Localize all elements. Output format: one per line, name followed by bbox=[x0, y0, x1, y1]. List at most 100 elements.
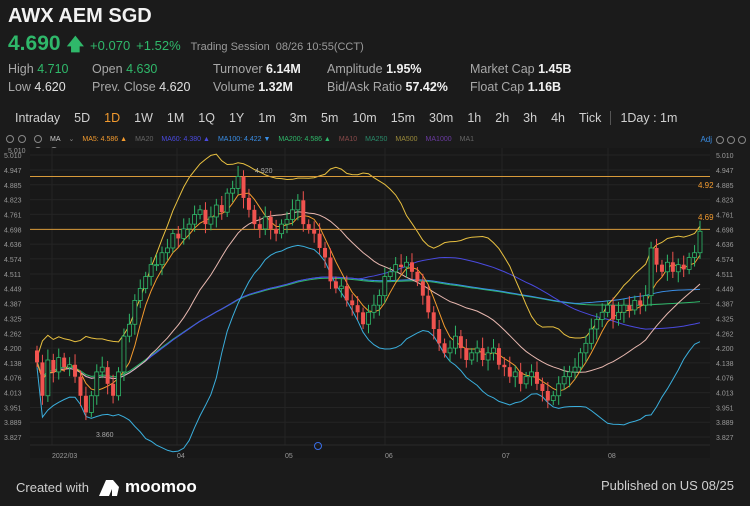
tab-1q[interactable]: 1Q bbox=[191, 111, 222, 125]
y-tick-label: 3.889 bbox=[4, 420, 22, 427]
candle-body bbox=[176, 233, 181, 239]
candle-body bbox=[638, 300, 643, 306]
tab-1h[interactable]: 1h bbox=[460, 111, 488, 125]
stat-label: Volume bbox=[213, 80, 255, 94]
y-tick-label: 4.574 bbox=[4, 257, 22, 264]
candle-body bbox=[165, 247, 170, 254]
stat-item: Volume 1.32M bbox=[213, 78, 301, 96]
candle-body bbox=[605, 304, 611, 313]
tab-5d[interactable]: 5D bbox=[67, 111, 97, 125]
candle-body bbox=[56, 357, 62, 373]
candle-body bbox=[203, 209, 208, 225]
candle-body bbox=[550, 395, 556, 401]
interval-selector[interactable]: 1Day : 1m bbox=[613, 111, 684, 125]
candle-body bbox=[99, 366, 105, 373]
tab-1y[interactable]: 1Y bbox=[222, 111, 251, 125]
stock-title: AWX AEM SGD bbox=[8, 5, 152, 27]
stat-value: 1.95% bbox=[386, 62, 422, 76]
candle-body bbox=[681, 264, 686, 270]
candle-body bbox=[148, 264, 154, 277]
candle-body bbox=[512, 371, 518, 378]
candle-body bbox=[290, 209, 295, 220]
candle-body bbox=[572, 366, 578, 373]
candle-body bbox=[523, 376, 529, 385]
tab-3m[interactable]: 3m bbox=[283, 111, 314, 125]
candle-body bbox=[246, 197, 251, 210]
zoom-in-icon[interactable] bbox=[738, 136, 746, 144]
stat-item: Open 4.630 bbox=[92, 60, 190, 78]
candle-body bbox=[371, 304, 377, 313]
tab-2h[interactable]: 2h bbox=[488, 111, 516, 125]
candle-body bbox=[83, 395, 88, 413]
candle-body bbox=[143, 276, 149, 289]
candle-body bbox=[344, 286, 349, 301]
stat-label: Open bbox=[92, 62, 123, 76]
candle-body bbox=[686, 257, 692, 270]
y-tick-label: 4.138 bbox=[716, 361, 734, 368]
y-tick-label: 3.889 bbox=[716, 420, 734, 427]
stat-item: Bid/Ask Ratio 57.42% bbox=[327, 78, 448, 96]
candle-body bbox=[583, 342, 589, 354]
candlestick-chart[interactable]: 5.010 5.010 4.947 4.947 4.885 4.885 4.823 4.823… bbox=[0, 140, 750, 465]
candle-body bbox=[654, 247, 659, 265]
stat-item: Low 4.620 bbox=[8, 78, 68, 96]
candle-body bbox=[132, 300, 138, 325]
candle-body bbox=[469, 352, 475, 361]
candle-body bbox=[496, 348, 501, 365]
tab-10m[interactable]: 10m bbox=[345, 111, 383, 125]
candle-body bbox=[213, 204, 219, 218]
tab-intraday[interactable]: Intraday bbox=[8, 111, 67, 125]
candle-body bbox=[78, 376, 83, 396]
candle-body bbox=[670, 262, 675, 272]
candle-body bbox=[409, 262, 414, 272]
adjust-toggle[interactable]: Adj bbox=[700, 135, 712, 144]
tab-5m[interactable]: 5m bbox=[314, 111, 345, 125]
candle-body bbox=[67, 364, 73, 368]
candle-body bbox=[170, 233, 176, 249]
y-tick-label: 4.761 bbox=[716, 212, 734, 219]
tab-3h[interactable]: 3h bbox=[516, 111, 544, 125]
candle-body bbox=[426, 295, 431, 313]
candle-body bbox=[154, 264, 159, 267]
stat-item: Prev. Close 4.620 bbox=[92, 78, 190, 96]
y-tick-label: 4.325 bbox=[716, 316, 734, 323]
candle-body bbox=[697, 230, 703, 254]
candle-body bbox=[333, 281, 338, 289]
stat-label: High bbox=[8, 62, 34, 76]
session-time: 08/26 10:55(CCT) bbox=[275, 41, 364, 53]
stats-column: Amplitude 1.95% Bid/Ask Ratio 57.42% bbox=[327, 60, 448, 96]
tab-4h[interactable]: 4h bbox=[544, 111, 572, 125]
y-tick-label: 4.200 bbox=[716, 346, 734, 353]
stat-label: Turnover bbox=[213, 62, 263, 76]
y-tick-label: 4.511 bbox=[4, 272, 21, 279]
candle-body bbox=[208, 216, 214, 225]
candle-body bbox=[262, 216, 268, 230]
x-tick-label: 04 bbox=[177, 453, 185, 460]
tab-tick[interactable]: Tick bbox=[572, 111, 608, 125]
y-tick-label: 4.823 bbox=[716, 198, 734, 205]
tab-1w[interactable]: 1W bbox=[127, 111, 160, 125]
candle-body bbox=[621, 304, 627, 313]
stat-value: 1.32M bbox=[258, 80, 293, 94]
candle-body bbox=[540, 383, 545, 391]
stat-item: Amplitude 1.95% bbox=[327, 60, 448, 78]
tab-1m[interactable]: 1M bbox=[160, 111, 191, 125]
stat-value: 1.45B bbox=[538, 62, 572, 76]
tab-1d[interactable]: 1D bbox=[97, 111, 127, 125]
candle-body bbox=[111, 383, 116, 396]
undo-icon[interactable] bbox=[716, 136, 724, 144]
candle-body bbox=[675, 264, 681, 273]
y-tick-label: 4.947 bbox=[4, 168, 22, 175]
tab-30m[interactable]: 30m bbox=[422, 111, 460, 125]
tab-1m[interactable]: 1m bbox=[251, 111, 282, 125]
candle-body bbox=[301, 200, 306, 225]
candle-body bbox=[502, 364, 507, 368]
tab-15m[interactable]: 15m bbox=[384, 111, 422, 125]
candle-body bbox=[295, 199, 301, 211]
candle-body bbox=[648, 247, 654, 297]
zoom-out-icon[interactable] bbox=[727, 136, 735, 144]
candle-body bbox=[485, 352, 491, 361]
candle-body bbox=[556, 383, 562, 397]
stat-label: Low bbox=[8, 80, 31, 94]
candle-body bbox=[480, 348, 485, 361]
